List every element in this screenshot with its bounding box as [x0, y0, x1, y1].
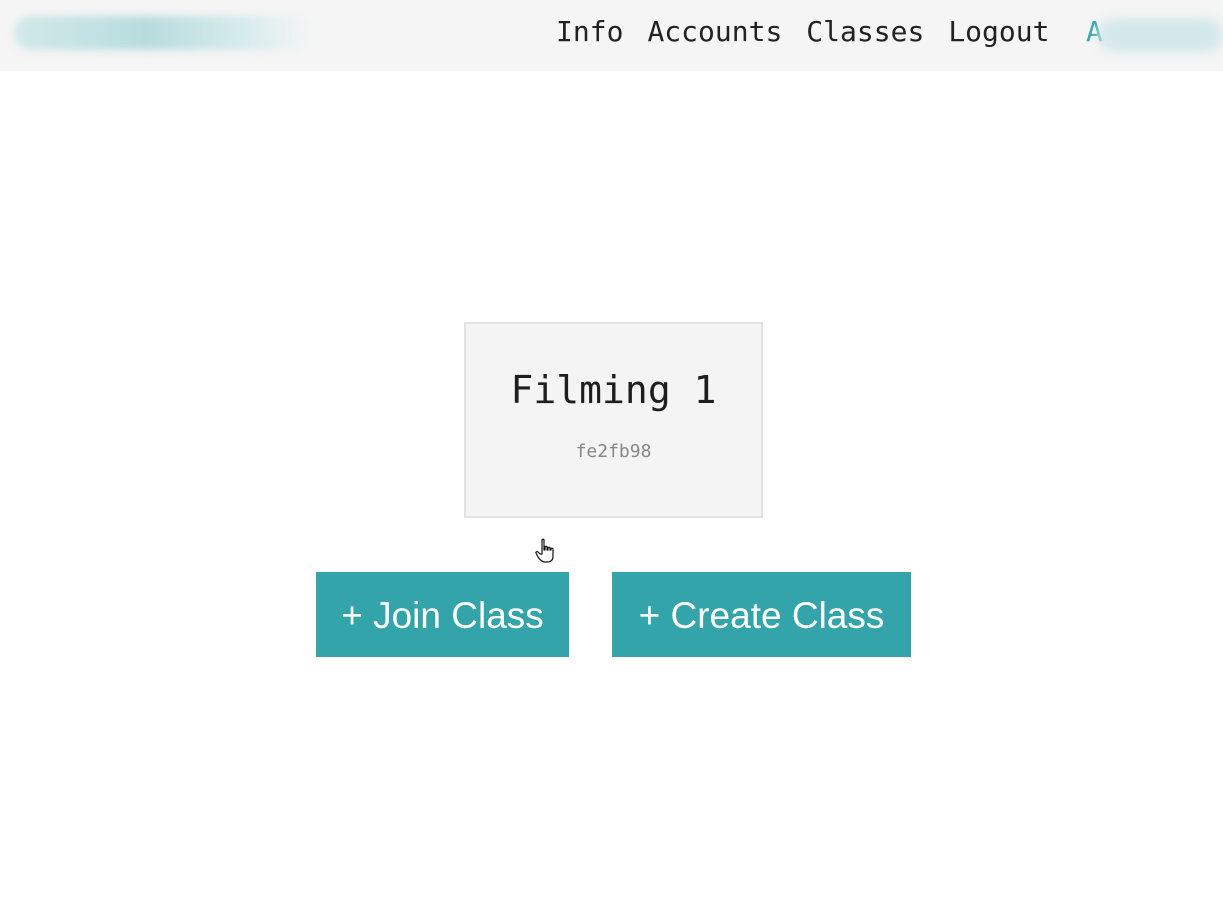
nav-link-info[interactable]: Info: [556, 14, 623, 50]
nav-link-accounts[interactable]: Accounts: [647, 14, 782, 50]
nav-user-redacted: [1098, 18, 1223, 52]
hand-pointer-cursor-icon: [535, 538, 554, 563]
brand-logo[interactable]: [14, 16, 310, 50]
class-code: fe2fb98: [575, 441, 652, 462]
create-class-button[interactable]: + Create Class: [612, 572, 911, 657]
nav-link-classes[interactable]: Classes: [806, 14, 924, 50]
class-name: Filming 1: [510, 368, 717, 412]
nav-link-logout[interactable]: Logout: [948, 14, 1049, 50]
navbar: Info Accounts Classes Logout A: [0, 0, 1223, 71]
class-card[interactable]: Filming 1 fe2fb98: [464, 322, 763, 518]
nav-links: Info Accounts Classes Logout: [556, 14, 1049, 50]
join-class-button[interactable]: + Join Class: [316, 572, 569, 657]
